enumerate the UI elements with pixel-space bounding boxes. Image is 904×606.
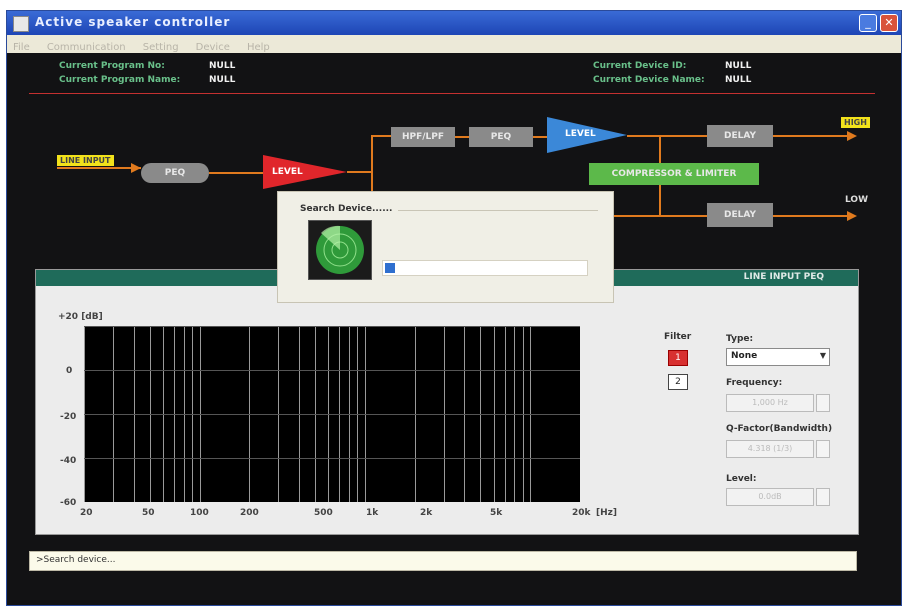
device-name-value: NULL [725,75,752,85]
program-name-value: NULL [209,75,236,85]
y-tick-minus40: -40 [60,456,77,466]
dialog-rule [398,210,598,211]
app-icon [13,16,29,32]
eq-grid [84,326,580,502]
x-tick-20k: 20k [572,508,591,518]
x-tick-500: 500 [314,508,333,518]
low-output-label: LOW [845,195,868,205]
wire-to-hpf [371,135,391,137]
wire-level-split [347,171,373,173]
arrow-high-out [847,131,857,141]
title-bar: Active speaker controller _ ✕ [7,11,901,35]
peq-panel: LINE INPUT PEQ +20 [dB] 0 -20 -40 -60 20… [35,269,859,535]
delay-high-block[interactable]: DELAY [707,125,773,147]
y-axis-title: +20 [dB] [58,312,103,322]
minimize-button[interactable]: _ [859,14,877,32]
program-no-info: Current Program No: NULL [59,61,235,71]
arrow-low-out [847,211,857,221]
y-tick-minus20: -20 [60,412,77,422]
device-name-info: Current Device Name: NULL [593,75,751,85]
level-high-label: LEVEL [565,129,596,139]
compressor-limiter-block[interactable]: COMPRESSOR & LIMITER [589,163,759,185]
program-no-value: NULL [209,61,236,71]
status-bar: >Search device... [29,551,857,571]
program-name-info: Current Program Name: NULL [59,75,235,85]
menu-item-setting[interactable]: Setting [137,40,185,55]
x-axis-unit: [Hz] [596,508,617,518]
delay-low-block[interactable]: DELAY [707,203,773,227]
qfactor-stepper[interactable] [816,440,830,458]
level-input-label: LEVEL [272,167,303,177]
menu-item-file[interactable]: File [7,40,36,55]
x-tick-200: 200 [240,508,259,518]
filter-label: Filter [664,332,692,342]
wire-peq-level [209,172,265,174]
menu-bar: File Communication Setting Device Help [7,35,901,53]
menu-item-device[interactable]: Device [190,40,236,55]
peq-high-block[interactable]: PEQ [469,127,533,147]
filter-1-button[interactable]: 1 [668,350,688,366]
y-tick-0: 0 [66,366,73,376]
x-tick-50: 50 [142,508,155,518]
app-window: Active speaker controller _ ✕ File Commu… [6,10,902,606]
x-tick-100: 100 [190,508,209,518]
level-label: Level: [726,474,757,484]
x-tick-20: 20 [80,508,93,518]
level-field[interactable]: 0.0dB [726,488,814,506]
arrow-input [131,163,141,173]
y-tick-minus60: -60 [60,498,77,508]
frequency-stepper[interactable] [816,394,830,412]
frequency-label: Frequency: [726,378,783,388]
filter-2-button[interactable]: 2 [668,374,688,390]
device-id-label: Current Device ID: [593,61,687,71]
search-progress-fill [385,263,395,273]
wire-hpf-peq [455,136,469,138]
device-name-label: Current Device Name: [593,75,705,85]
peq-input-block[interactable]: PEQ [141,163,209,183]
type-label: Type: [726,334,754,344]
line-input-label: LINE INPUT [57,155,114,166]
device-id-info: Current Device ID: NULL [593,61,751,71]
chevron-down-icon: ▼ [819,351,826,360]
wire-high-out [773,135,853,137]
window-title: Active speaker controller [35,15,231,29]
eq-plot[interactable] [84,326,580,502]
status-text: >Search device... [36,555,116,565]
search-progress-bar [382,260,588,276]
x-tick-1k: 1k [366,508,379,518]
device-id-value: NULL [725,61,752,71]
wire-level-delay-high [627,135,707,137]
peq-panel-title: LINE INPUT PEQ [743,272,824,282]
radar-icon [308,220,372,280]
type-select-value: None [731,351,758,361]
type-select[interactable]: None ▼ [726,348,830,366]
wire-input [57,167,141,169]
x-tick-2k: 2k [420,508,433,518]
level-stepper[interactable] [816,488,830,506]
program-name-label: Current Program Name: [59,75,181,85]
menu-item-help[interactable]: Help [241,40,276,55]
qfactor-label: Q-Factor(Bandwidth) [726,424,833,434]
x-tick-5k: 5k [490,508,503,518]
wire-delay-low [607,215,707,217]
qfactor-field[interactable]: 4.318 (1/3) [726,440,814,458]
hpf-lpf-block[interactable]: HPF/LPF [391,127,455,147]
wire-low-out [773,215,853,217]
menu-item-communication[interactable]: Communication [41,40,132,55]
close-button[interactable]: ✕ [880,14,898,32]
search-dialog-title: Search Device...... [300,204,393,214]
search-device-dialog: Search Device...... [277,191,614,303]
program-no-label: Current Program No: [59,61,165,71]
frequency-field[interactable]: 1,000 Hz [726,394,814,412]
high-output-label: HIGH [841,117,870,128]
header-divider [29,93,875,94]
